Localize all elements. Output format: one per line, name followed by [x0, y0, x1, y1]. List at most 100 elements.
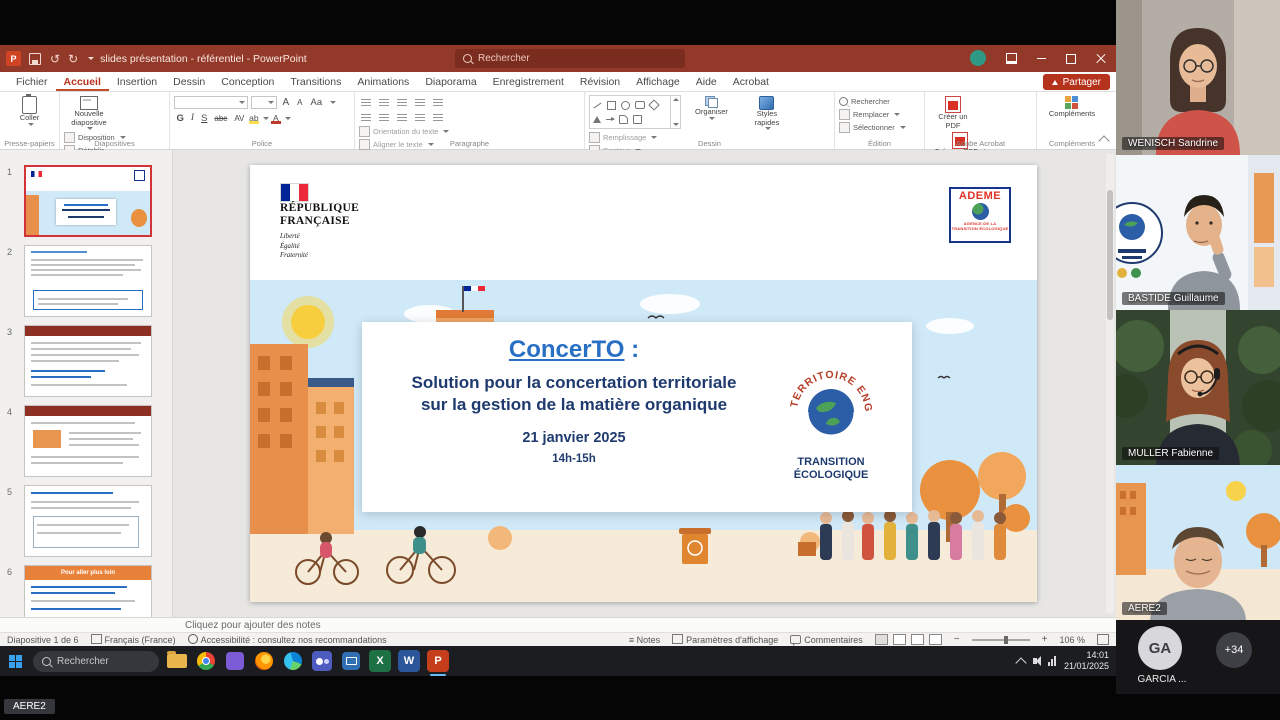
underline-button[interactable]: S: [199, 111, 210, 126]
line-shape-icon[interactable]: [593, 102, 602, 108]
slide-sorter-view-icon[interactable]: [892, 634, 906, 645]
select-button[interactable]: Sélectionner: [839, 121, 920, 134]
justify-icon[interactable]: [415, 113, 425, 122]
tab-insertion[interactable]: Insertion: [109, 72, 165, 91]
undo-icon[interactable]: ↺: [50, 53, 60, 65]
participant-video-bastide[interactable]: BASTIDE Guillaume: [1116, 155, 1280, 310]
more-participants-badge[interactable]: +34: [1216, 632, 1252, 668]
diamond-shape-icon[interactable]: [648, 99, 660, 111]
slide-thumbnail-3[interactable]: [24, 325, 152, 397]
quick-styles-button[interactable]: Styles rapides: [742, 95, 792, 131]
shapes-scrollbar[interactable]: [670, 96, 680, 128]
italic-button[interactable]: I: [188, 111, 196, 126]
tab-affichage[interactable]: Affichage: [628, 72, 688, 91]
tray-expand-icon[interactable]: [1015, 656, 1027, 669]
tab-accueil[interactable]: Accueil: [56, 72, 109, 91]
paste-button[interactable]: Coller: [17, 94, 43, 127]
taskbar-word-icon[interactable]: W: [398, 650, 420, 672]
replace-button[interactable]: Remplacer: [839, 108, 920, 121]
align-right-icon[interactable]: [397, 113, 407, 122]
rounded-rectangle-shape-icon[interactable]: [635, 101, 645, 109]
republique-francaise-logo[interactable]: RÉPUBLIQUE FRANÇAISE Liberté Égalité Fra…: [280, 183, 390, 260]
font-size-combobox[interactable]: [251, 96, 277, 109]
addins-button[interactable]: Compléments: [1041, 95, 1103, 120]
comments-button[interactable]: Commentaires: [790, 634, 863, 646]
participant-video-aere2[interactable]: AERE2: [1116, 465, 1280, 620]
columns-icon[interactable]: [433, 113, 443, 122]
share-button[interactable]: Partager: [1042, 74, 1110, 90]
frame-shape-icon[interactable]: [633, 114, 642, 124]
network-signal-icon[interactable]: [1047, 656, 1056, 666]
reading-view-icon[interactable]: [910, 634, 924, 645]
ribbon-display-options-icon[interactable]: [996, 45, 1026, 72]
taskbar-search[interactable]: Rechercher: [33, 650, 159, 672]
tab-fichier[interactable]: Fichier: [8, 72, 56, 91]
triangle-shape-icon[interactable]: [593, 115, 601, 123]
fit-slide-icon[interactable]: [1097, 634, 1109, 645]
notes-pane[interactable]: Cliquez pour ajouter des notes: [0, 617, 1116, 632]
increase-indent-icon[interactable]: [415, 98, 425, 107]
ademe-logo[interactable]: ADEME AGENCE DE LA TRANSITION ÉCOLOGIQUE: [949, 187, 1011, 243]
language-status[interactable]: Français (France): [90, 634, 176, 645]
strikethrough-button[interactable]: abc: [212, 111, 230, 126]
taskbar-edge-icon[interactable]: [282, 650, 304, 672]
ellipse-shape-icon[interactable]: [621, 100, 630, 110]
display-settings-button[interactable]: Paramètres d'affichage: [672, 634, 778, 645]
change-case-icon[interactable]: Aa: [308, 95, 325, 110]
zoom-level[interactable]: 106 %: [1059, 635, 1085, 645]
account-avatar[interactable]: [970, 50, 986, 66]
slide-thumbnail-2[interactable]: [24, 245, 152, 317]
highlight-color-button[interactable]: ab: [248, 113, 259, 124]
shapes-gallery[interactable]: [589, 95, 681, 129]
save-icon[interactable]: [29, 52, 41, 65]
slide-thumbnail-5[interactable]: [24, 485, 152, 557]
start-button[interactable]: [9, 654, 22, 668]
minimize-button[interactable]: [1026, 45, 1056, 72]
font-name-combobox[interactable]: [174, 96, 248, 109]
arrow-shape-icon[interactable]: [606, 116, 615, 121]
shrink-font-icon[interactable]: A: [295, 95, 305, 110]
slide-title-card[interactable]: ConcerTO : Solution pour la concertation…: [362, 322, 912, 512]
decrease-indent-icon[interactable]: [397, 98, 407, 107]
slide-area-scrollbar[interactable]: [1106, 154, 1114, 613]
taskbar-file-explorer-icon[interactable]: [166, 650, 188, 672]
text-direction-button[interactable]: Orientation du texte: [359, 125, 492, 138]
taskbar-purple-app-icon[interactable]: [224, 650, 246, 672]
rectangle-shape-icon[interactable]: [607, 100, 616, 110]
slide-thumbnail-4[interactable]: [24, 405, 152, 477]
tab-acrobat[interactable]: Acrobat: [725, 72, 777, 91]
taskbar-clock[interactable]: 14:01 21/01/2025: [1064, 650, 1109, 672]
tab-revision[interactable]: Révision: [572, 72, 628, 91]
bold-button[interactable]: G: [174, 111, 186, 126]
create-pdf-button[interactable]: Créer un PDF: [929, 95, 977, 131]
ribbon-search-box[interactable]: Rechercher: [455, 49, 685, 68]
participant-video-wenisch[interactable]: WENISCH Sandrine: [1116, 0, 1280, 155]
normal-view-icon[interactable]: [874, 634, 888, 645]
numbered-list-icon[interactable]: [379, 98, 389, 107]
arrange-button[interactable]: Organiser: [685, 95, 737, 121]
volume-icon[interactable]: [1032, 658, 1037, 664]
taskbar-teams-icon[interactable]: [311, 650, 333, 672]
notes-toggle[interactable]: ≡ Notes: [629, 635, 660, 645]
slide-canvas[interactable]: RÉPUBLIQUE FRANÇAISE Liberté Égalité Fra…: [250, 165, 1037, 602]
zoom-out-icon[interactable]: −: [954, 634, 960, 645]
tab-diaporama[interactable]: Diaporama: [417, 72, 484, 91]
taskbar-powerpoint-icon[interactable]: P: [427, 650, 449, 676]
maximize-button[interactable]: [1056, 45, 1086, 72]
tab-animations[interactable]: Animations: [349, 72, 417, 91]
align-left-icon[interactable]: [361, 113, 371, 122]
slide-thumbnail-1[interactable]: [24, 165, 152, 237]
character-spacing-button[interactable]: AV: [232, 111, 247, 126]
callout-shape-icon[interactable]: [619, 114, 628, 124]
close-button[interactable]: [1086, 45, 1116, 72]
taskbar-firefox-icon[interactable]: [253, 650, 275, 672]
accessibility-status[interactable]: Accessibilité : consultez nos recommanda…: [187, 634, 387, 645]
slide-thumbnail-6[interactable]: Pour aller plus loin: [24, 565, 152, 617]
bullet-list-icon[interactable]: [361, 98, 371, 107]
zoom-in-icon[interactable]: +: [1042, 634, 1048, 645]
taskbar-chrome-icon[interactable]: [195, 650, 217, 672]
new-slide-button[interactable]: Nouvelle diapositive: [64, 95, 114, 131]
line-spacing-icon[interactable]: [433, 98, 443, 107]
tab-dessin[interactable]: Dessin: [165, 72, 213, 91]
participant-video-muller[interactable]: MULLER Fabienne: [1116, 310, 1280, 465]
